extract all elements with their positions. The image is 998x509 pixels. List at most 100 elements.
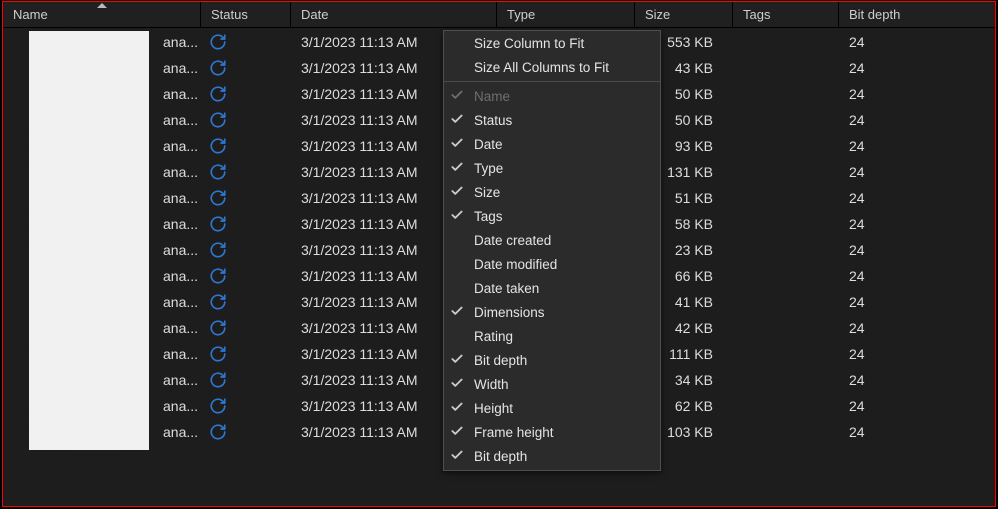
menu-toggle-label: Frame height <box>474 425 554 440</box>
file-bit-cell: 24 <box>839 372 949 388</box>
sync-icon <box>209 319 227 337</box>
file-status-cell <box>201 319 291 337</box>
file-name-text: ana... <box>163 294 198 310</box>
column-header-tags[interactable]: Tags <box>733 2 839 28</box>
menu-toggle-label: Type <box>474 161 503 176</box>
file-name-cell: ana... <box>33 294 201 310</box>
file-name-text: ana... <box>163 398 198 414</box>
menu-toggle-label: Date modified <box>474 257 557 272</box>
file-status-cell <box>201 189 291 207</box>
file-name-cell: ana... <box>33 372 201 388</box>
file-size-text: 111 KB <box>669 346 713 362</box>
file-bit-cell: 24 <box>839 86 949 102</box>
column-header-bit-depth[interactable]: Bit depth <box>839 2 989 28</box>
file-size-text: 131 KB <box>667 164 713 180</box>
sync-icon <box>209 215 227 233</box>
column-header-bit-label: Bit depth <box>849 7 900 22</box>
menu-toggle-column[interactable]: Type <box>444 156 660 180</box>
file-bit-text: 24 <box>849 190 865 206</box>
column-header-tags-label: Tags <box>743 7 770 22</box>
file-bit-cell: 24 <box>839 320 949 336</box>
file-name-cell: ana... <box>33 320 201 336</box>
file-name-cell: ana... <box>33 216 201 232</box>
sync-icon <box>209 33 227 51</box>
file-status-cell <box>201 59 291 77</box>
file-date-text: 3/1/2023 11:13 AM <box>301 346 418 362</box>
file-name-cell: ana... <box>33 86 201 102</box>
file-bit-cell: 24 <box>839 216 949 232</box>
menu-toggle-column[interactable]: Width <box>444 372 660 396</box>
checkmark-icon <box>450 400 466 416</box>
menu-toggle-label: Bit depth <box>474 353 527 368</box>
checkmark-icon <box>450 160 466 176</box>
file-bit-text: 24 <box>849 34 865 50</box>
menu-toggle-column[interactable]: Date taken <box>444 276 660 300</box>
column-context-menu: Size Column to Fit Size All Columns to F… <box>443 30 661 471</box>
file-bit-text: 24 <box>849 372 865 388</box>
explorer-frame: Name Status Date Type Size Tags Bit dept… <box>2 1 996 507</box>
file-name-cell: ana... <box>33 164 201 180</box>
file-name-cell: ana... <box>33 138 201 154</box>
menu-toggle-column[interactable]: Date modified <box>444 252 660 276</box>
file-bit-cell: 24 <box>839 60 949 76</box>
file-size-text: 42 KB <box>675 320 713 336</box>
menu-toggle-label: Height <box>474 401 513 416</box>
file-bit-text: 24 <box>849 112 865 128</box>
file-bit-cell: 24 <box>839 190 949 206</box>
sync-icon <box>209 345 227 363</box>
file-bit-cell: 24 <box>839 138 949 154</box>
file-size-text: 93 KB <box>675 138 713 154</box>
menu-toggle-label: Width <box>474 377 509 392</box>
file-date-text: 3/1/2023 11:13 AM <box>301 164 418 180</box>
column-header-status[interactable]: Status <box>201 2 291 28</box>
sync-icon <box>209 371 227 389</box>
file-size-text: 43 KB <box>675 60 713 76</box>
menu-size-all-columns-to-fit[interactable]: Size All Columns to Fit <box>444 55 660 79</box>
menu-toggle-column[interactable]: Dimensions <box>444 300 660 324</box>
column-header-name[interactable]: Name <box>3 2 201 28</box>
menu-toggle-column[interactable]: Height <box>444 396 660 420</box>
file-date-text: 3/1/2023 11:13 AM <box>301 112 418 128</box>
file-status-cell <box>201 215 291 233</box>
column-header-date-label: Date <box>301 7 328 22</box>
file-name-text: ana... <box>163 190 198 206</box>
file-name-cell: ana... <box>33 34 201 50</box>
file-size-text: 41 KB <box>675 294 713 310</box>
file-name-text: ana... <box>163 216 198 232</box>
file-name-cell: ana... <box>33 190 201 206</box>
menu-toggle-column[interactable]: Frame height <box>444 420 660 444</box>
menu-toggle-column[interactable]: Status <box>444 108 660 132</box>
checkmark-icon <box>450 136 466 152</box>
column-header-size[interactable]: Size <box>635 2 733 28</box>
file-size-text: 66 KB <box>675 268 713 284</box>
file-name-text: ana... <box>163 34 198 50</box>
file-status-cell <box>201 345 291 363</box>
file-date-text: 3/1/2023 11:13 AM <box>301 268 418 284</box>
checkmark-icon <box>450 424 466 440</box>
menu-toggle-label: Date <box>474 137 503 152</box>
menu-toggle-label: Date taken <box>474 281 539 296</box>
menu-toggle-column[interactable]: Size <box>444 180 660 204</box>
menu-toggle-column[interactable]: Rating <box>444 324 660 348</box>
menu-toggle-column[interactable]: Bit depth <box>444 348 660 372</box>
file-bit-text: 24 <box>849 268 865 284</box>
column-header-date[interactable]: Date <box>291 2 497 28</box>
file-name-cell: ana... <box>33 424 201 440</box>
file-size-text: 62 KB <box>675 398 713 414</box>
file-status-cell <box>201 267 291 285</box>
menu-toggle-column[interactable]: Tags <box>444 204 660 228</box>
menu-size-column-to-fit[interactable]: Size Column to Fit <box>444 31 660 55</box>
column-header-type[interactable]: Type <box>497 2 635 28</box>
menu-toggle-column[interactable]: Date <box>444 132 660 156</box>
menu-toggle-column[interactable]: Date created <box>444 228 660 252</box>
menu-toggle-column[interactable]: Bit depth <box>444 444 660 468</box>
sync-icon <box>209 397 227 415</box>
file-size-text: 553 KB <box>667 34 713 50</box>
file-name-text: ana... <box>163 320 198 336</box>
file-name-cell: ana... <box>33 268 201 284</box>
file-name-text: ana... <box>163 268 198 284</box>
checkmark-icon <box>450 352 466 368</box>
file-date-text: 3/1/2023 11:13 AM <box>301 372 418 388</box>
sync-icon <box>209 111 227 129</box>
file-name-text: ana... <box>163 112 198 128</box>
